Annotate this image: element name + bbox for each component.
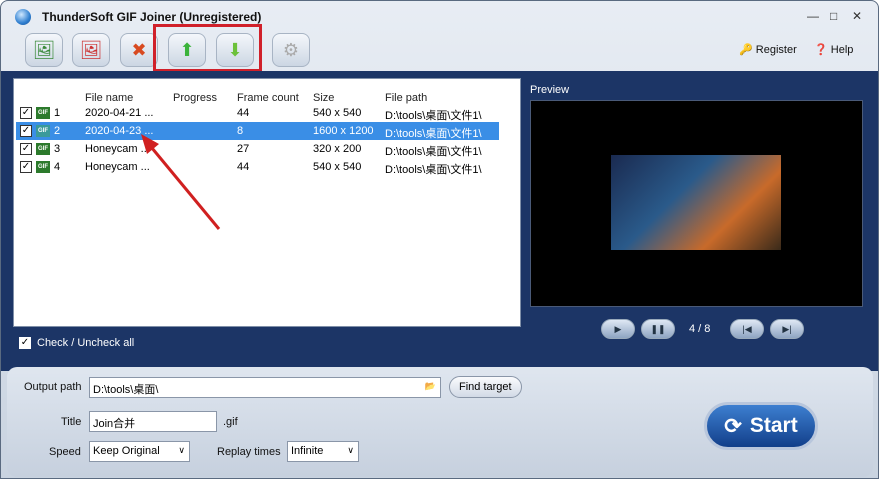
window-title: ThunderSoft GIF Joiner (Unregistered) [42,10,262,24]
col-size[interactable]: Size [313,92,334,104]
row-index: 2 [54,125,61,137]
row-checkbox[interactable]: ✓ [20,161,32,173]
start-button[interactable]: ⟳ Start [704,402,818,450]
register-label: Register [755,44,797,56]
col-frame-count[interactable]: Frame count [237,92,299,104]
find-target-button[interactable]: Find target [449,376,522,398]
gear-icon: ⚙ [282,39,300,60]
gif-icon: GIF [36,107,50,119]
size: 1600 x 1200 [313,125,374,137]
speed-select[interactable]: Keep Original ∨ [89,441,190,462]
main-panel: File name Progress Frame count Size File… [1,71,878,371]
table-row[interactable]: ✓ GIF 1 2020-04-21 ... 44 540 x 540 D:\tools\桌… [16,104,499,122]
col-progress[interactable]: Progress [173,92,217,104]
check-all-toggle[interactable]: ✓ Check / Uncheck all [19,337,134,349]
preview-image [611,155,781,250]
previous-frame-button[interactable]: |◀ [730,319,764,339]
row-index: 3 [54,143,61,155]
file-name: 2020-04-21 ... [85,107,154,119]
pause-button[interactable]: ❚❚ [641,319,675,339]
file-list[interactable]: File name Progress Frame count Size File… [13,78,521,327]
add-image-icon: 🖼 [32,39,56,60]
row-checkbox[interactable]: ✓ [20,107,32,119]
replay-value: Infinite [291,445,324,457]
title-label: Title [61,416,82,428]
size: 320 x 200 [313,143,362,155]
row-checkbox[interactable]: ✓ [20,125,32,137]
gif-icon: GIF [36,125,50,137]
red-arrow-annotation [141,134,221,230]
table-row[interactable]: ✓ GIF 4 Honeycam ... 44 540 x 540 D:\tools\桌面\… [16,158,499,176]
add-gif-button[interactable]: 🖼 [25,33,63,67]
frame-count: 44 [237,161,250,173]
file-path: D:\tools\桌面\文件1\ [385,110,482,122]
app-window: ThunderSoft GIF Joiner (Unregistered) — … [0,0,879,479]
frame-count: 44 [237,107,250,119]
gif-icon: GIF [36,143,50,155]
col-file-name[interactable]: File name [85,92,133,104]
minimize-button[interactable]: — [807,9,819,23]
file-path: D:\tools\桌面\文件1\ [385,164,482,176]
gif-extension: .gif [223,416,238,428]
row-index: 1 [54,107,61,119]
frame-count: 27 [237,143,250,155]
close-button[interactable]: ✕ [852,9,862,23]
output-path-value: D:\tools\桌面\ [93,384,159,396]
clear-icon: ✖ [131,39,147,60]
chevron-down-icon: ∨ [347,445,354,455]
maximize-button[interactable]: □ [830,9,837,23]
help-label: Help [830,44,854,56]
size: 540 x 540 [313,107,362,119]
next-frame-button[interactable]: ▶| [770,319,804,339]
gif-icon: GIF [36,161,50,173]
highlight-box [153,24,262,72]
settings-button[interactable]: ⚙ [272,33,310,67]
refresh-icon: ⟳ [724,414,742,438]
size: 540 x 540 [313,161,362,173]
replay-times-select[interactable]: Infinite ∨ [287,441,359,462]
row-index: 4 [54,161,61,173]
preview-pane [530,100,863,307]
row-checkbox[interactable]: ✓ [20,143,32,155]
preview-label: Preview [530,84,570,96]
check-all-checkbox[interactable]: ✓ [19,337,31,349]
table-row[interactable]: ✓ GIF 3 Honeycam ... 27 320 x 200 D:\tools\桌面\… [16,140,499,158]
app-logo-icon [15,9,31,25]
help-link[interactable]: ❓ Help [814,43,853,56]
folder-icon[interactable]: 📂 [425,381,436,392]
col-file-path[interactable]: File path [385,92,427,104]
file-path: D:\tools\桌面\文件1\ [385,146,482,158]
remove-image-icon: 🖼 [79,39,103,60]
start-label: Start [749,414,798,437]
play-button[interactable]: ▶ [601,319,635,339]
register-link[interactable]: 🔑 Register [739,43,797,56]
title-bar: ThunderSoft GIF Joiner (Unregistered) — … [1,1,878,33]
speed-value: Keep Original [93,445,160,457]
remove-gif-button[interactable]: 🖼 [72,33,110,67]
check-all-label: Check / Uncheck all [37,337,135,349]
table-row[interactable]: ✓ GIF 2 2020-04-23 ... 8 1600 x 1200 D:\tools\… [16,122,499,140]
output-path-label: Output path [24,381,82,393]
speed-label: Speed [49,446,81,458]
frame-count: 8 [237,125,244,137]
title-input[interactable]: Join合并 [89,411,217,432]
output-path-input[interactable]: D:\tools\桌面\ 📂 [89,377,441,398]
replay-times-label: Replay times [217,446,281,458]
frame-counter: 4 / 8 [689,323,711,335]
file-path: D:\tools\桌面\文件1\ [385,128,482,140]
chevron-down-icon: ∨ [178,445,185,455]
